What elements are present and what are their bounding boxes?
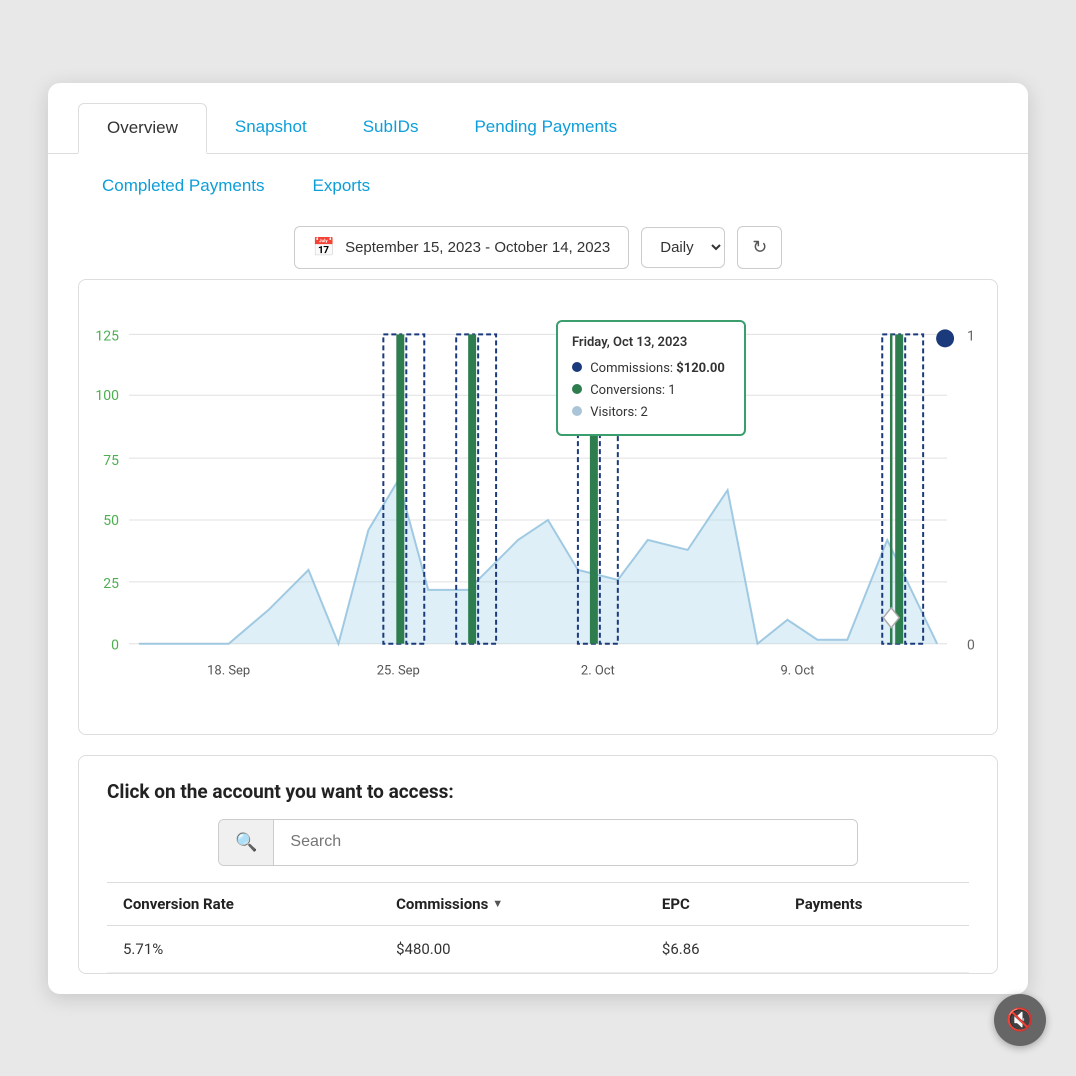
- chart-svg: 125 100 75 50 25 0 1 0: [89, 300, 987, 720]
- th-commissions[interactable]: Commissions ▼: [380, 882, 646, 925]
- search-input[interactable]: [274, 821, 857, 863]
- interval-select[interactable]: Daily: [641, 227, 725, 268]
- svg-text:125: 125: [95, 328, 119, 344]
- tabs-row-2: Completed Payments Exports: [48, 154, 1028, 206]
- svg-text:1: 1: [967, 328, 975, 344]
- svg-text:0: 0: [967, 637, 975, 653]
- svg-text:75: 75: [103, 453, 119, 469]
- tab-subids[interactable]: SubIDs: [335, 103, 447, 154]
- date-range-button[interactable]: 📅 September 15, 2023 - October 14, 2023: [294, 226, 630, 269]
- commissions-header-label: Commissions: [396, 895, 488, 913]
- refresh-button[interactable]: ↻: [737, 226, 782, 269]
- svg-text:0: 0: [111, 637, 119, 653]
- th-epc: EPC: [646, 882, 779, 925]
- td-payments: [779, 925, 969, 972]
- svg-text:2. Oct: 2. Oct: [581, 663, 615, 678]
- section2: Click on the account you want to access:…: [78, 755, 998, 974]
- sort-arrow-icon: ▼: [492, 897, 503, 910]
- tab-exports[interactable]: Exports: [289, 166, 395, 206]
- td-conversion-rate: 5.71%: [107, 925, 380, 972]
- table-header-row: Conversion Rate Commissions ▼ EPC Paymen…: [107, 882, 969, 925]
- tabs-row-1: Overview Snapshot SubIDs Pending Payment…: [48, 83, 1028, 154]
- td-commissions: $480.00: [380, 925, 646, 972]
- tab-completed-payments[interactable]: Completed Payments: [78, 166, 289, 206]
- tab-pending-payments[interactable]: Pending Payments: [446, 103, 645, 154]
- commissions-sort[interactable]: Commissions ▼: [396, 895, 503, 913]
- svg-text:100: 100: [95, 388, 119, 404]
- calendar-icon: 📅: [313, 237, 335, 258]
- svg-text:50: 50: [103, 512, 119, 528]
- date-range-label: September 15, 2023 - October 14, 2023: [345, 239, 610, 256]
- tab-overview[interactable]: Overview: [78, 103, 207, 154]
- svg-text:25: 25: [103, 575, 119, 591]
- tab-snapshot[interactable]: Snapshot: [207, 103, 335, 154]
- search-row: 🔍: [218, 819, 858, 866]
- svg-text:18. Sep: 18. Sep: [207, 663, 250, 678]
- data-table: Conversion Rate Commissions ▼ EPC Paymen…: [107, 882, 969, 973]
- chart-container: 125 100 75 50 25 0 1 0: [78, 279, 998, 735]
- svg-text:9. Oct: 9. Oct: [780, 663, 814, 678]
- date-controls: 📅 September 15, 2023 - October 14, 2023 …: [48, 206, 1028, 279]
- section2-title: Click on the account you want to access:: [107, 780, 969, 803]
- chart-area: 125 100 75 50 25 0 1 0: [89, 300, 987, 724]
- svg-text:25. Sep: 25. Sep: [377, 663, 420, 678]
- table-row[interactable]: 5.71% $480.00 $6.86: [107, 925, 969, 972]
- search-icon: 🔍: [219, 820, 274, 865]
- td-epc: $6.86: [646, 925, 779, 972]
- page-container: Overview Snapshot SubIDs Pending Payment…: [48, 83, 1028, 994]
- th-payments: Payments: [779, 882, 969, 925]
- mute-button[interactable]: 🔇: [994, 994, 1046, 1046]
- th-conversion-rate: Conversion Rate: [107, 882, 380, 925]
